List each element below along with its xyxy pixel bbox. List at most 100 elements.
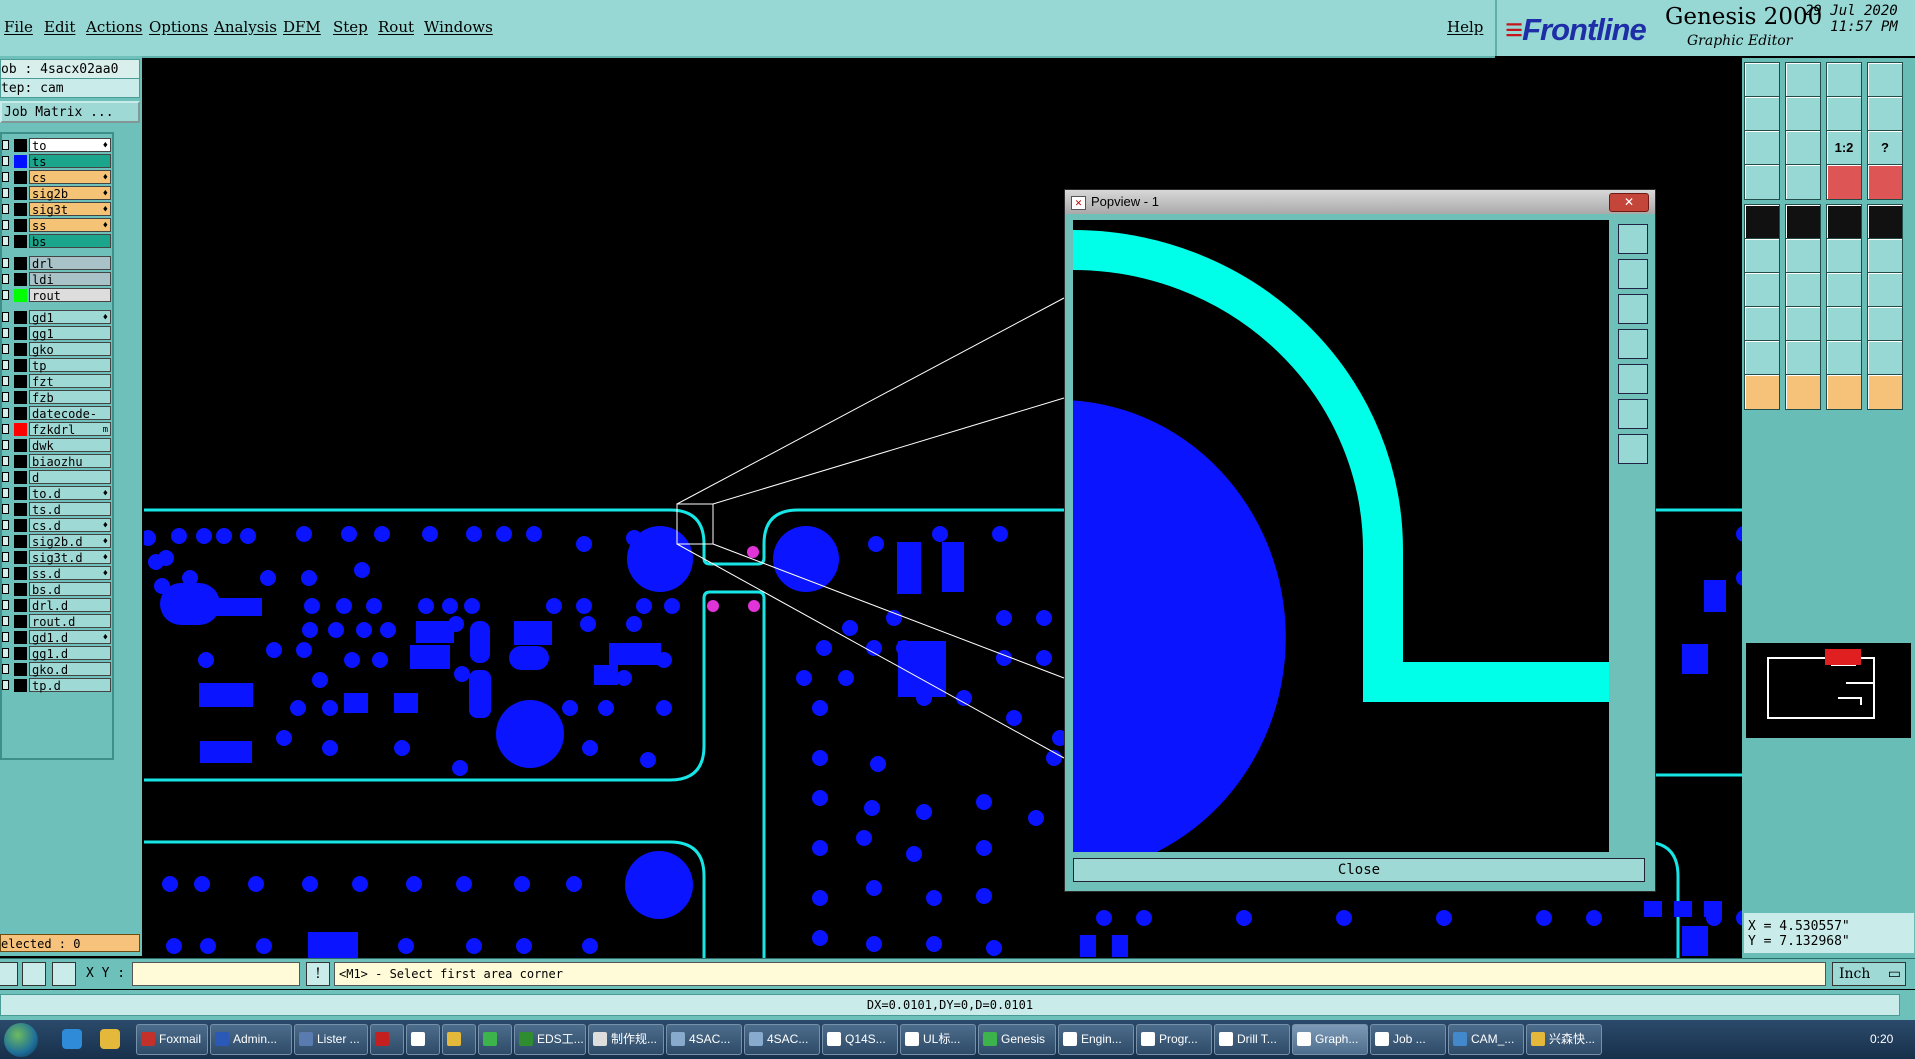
layer-name[interactable]: sig3t.d ♦: [29, 550, 111, 565]
taskbar-item[interactable]: Admin...: [210, 1024, 292, 1055]
ruler-icon[interactable]: [1826, 204, 1862, 240]
taskbar-item[interactable]: Graph...: [1292, 1024, 1368, 1055]
layer-row-to[interactable]: to ♦: [2, 138, 114, 153]
menu-help[interactable]: Help: [1447, 18, 1483, 36]
popview-canvas[interactable]: [1073, 220, 1609, 852]
panel-icon[interactable]: [1867, 62, 1903, 98]
snap-red-icon[interactable]: [1826, 164, 1862, 200]
layer-row-d[interactable]: d: [2, 470, 114, 485]
layer-name[interactable]: sig3t ♦: [29, 202, 111, 217]
taskbar-item[interactable]: Job ...: [1370, 1024, 1446, 1055]
layer-color-swatch[interactable]: [14, 139, 27, 152]
layer-color-swatch[interactable]: [14, 551, 27, 564]
menu-edit[interactable]: Edit: [44, 18, 75, 36]
start-button[interactable]: [4, 1023, 38, 1057]
snap-icon[interactable]: [0, 962, 18, 986]
layer-row-bs[interactable]: bs: [2, 234, 114, 249]
layer-color-swatch[interactable]: [14, 439, 27, 452]
shapes-icon[interactable]: [1867, 306, 1903, 342]
dot-icon[interactable]: [1867, 204, 1903, 240]
layer-checkbox[interactable]: [2, 312, 9, 322]
layer-checkbox[interactable]: [2, 274, 9, 284]
layer-color-swatch[interactable]: [14, 455, 27, 468]
layer-row-ldi[interactable]: ldi: [2, 272, 114, 287]
layer-row-gg1-d[interactable]: gg1.d: [2, 646, 114, 661]
taskbar-item[interactable]: 制作规...: [588, 1024, 664, 1055]
layer-color-swatch[interactable]: [14, 219, 27, 232]
pointer2-icon[interactable]: [1785, 374, 1821, 410]
minus-icon[interactable]: [1785, 306, 1821, 342]
layer-name[interactable]: dwk: [29, 438, 111, 453]
grid-icon[interactable]: [1785, 164, 1821, 200]
layer-checkbox[interactable]: [2, 440, 9, 450]
layer-row-tp[interactable]: tp: [2, 358, 114, 373]
filter-icon[interactable]: [1744, 164, 1780, 200]
layer-row-rout-d[interactable]: rout.d: [2, 614, 114, 629]
popview-tool-zoom-icon[interactable]: [1618, 224, 1648, 254]
popview-close-button[interactable]: Close: [1073, 858, 1645, 882]
layer-name[interactable]: datecode-to: [29, 406, 111, 435]
layer-checkbox[interactable]: [2, 584, 9, 594]
layer-name[interactable]: tp: [29, 358, 111, 373]
taskbar-item[interactable]: 兴森快...: [1526, 1024, 1602, 1055]
layer-checkbox[interactable]: [2, 236, 9, 246]
layer-name[interactable]: gg1.d: [29, 646, 111, 661]
triangle2-icon[interactable]: [1785, 340, 1821, 376]
layer-color-swatch[interactable]: [14, 503, 27, 516]
taskbar-item[interactable]: Lister ...: [294, 1024, 368, 1055]
layer-checkbox[interactable]: [2, 360, 9, 370]
layer-name[interactable]: drl.d: [29, 598, 111, 613]
menu-rout[interactable]: Rout: [378, 18, 414, 36]
layer-color-swatch[interactable]: [14, 257, 27, 270]
layer-row-sig2b[interactable]: sig2b ♦: [2, 186, 114, 201]
layer-row-gd1[interactable]: gd1 ♦: [2, 310, 114, 325]
layer-name[interactable]: d: [29, 470, 111, 485]
units-select[interactable]: Inch ▭: [1832, 962, 1906, 986]
pan-right-icon[interactable]: [1785, 96, 1821, 132]
layer-checkbox[interactable]: [2, 664, 9, 674]
layer-name[interactable]: bs: [29, 234, 111, 249]
arc2-icon[interactable]: [1867, 340, 1903, 376]
pointer4-icon[interactable]: [1867, 374, 1903, 410]
layer-row-fzkdrl[interactable]: fzkdrl m: [2, 422, 114, 437]
layer-row-biaozhu[interactable]: biaozhu: [2, 454, 114, 469]
layer-checkbox[interactable]: [2, 328, 9, 338]
layer-row-fzb[interactable]: fzb: [2, 390, 114, 405]
layer-color-swatch[interactable]: [14, 599, 27, 612]
popview-tool-center-icon[interactable]: [1618, 434, 1648, 464]
layer-name[interactable]: fzkdrl m: [29, 422, 111, 437]
taskbar-item[interactable]: Engin...: [1058, 1024, 1134, 1055]
layer-name[interactable]: ts: [29, 154, 111, 169]
layer-name[interactable]: to.d ♦: [29, 486, 111, 501]
layer-row-bs-d[interactable]: bs.d: [2, 582, 114, 597]
layer-checkbox[interactable]: [2, 376, 9, 386]
zoom-home-icon[interactable]: [1744, 62, 1780, 98]
split-icon[interactable]: [1826, 96, 1862, 132]
layer-checkbox[interactable]: [2, 140, 9, 150]
layer-color-swatch[interactable]: [14, 235, 27, 248]
fit-horizontal-icon[interactable]: [1785, 130, 1821, 166]
layer-color-swatch[interactable]: [14, 171, 27, 184]
line-icon[interactable]: [1785, 204, 1821, 240]
job-matrix-button[interactable]: Job Matrix ...: [0, 101, 140, 123]
line-red-icon[interactable]: [1744, 272, 1780, 308]
pad-icon[interactable]: [1744, 204, 1780, 240]
layer-color-swatch[interactable]: [14, 273, 27, 286]
layer-name[interactable]: bs.d: [29, 582, 111, 597]
layer-name[interactable]: rout: [29, 288, 111, 303]
layer-color-swatch[interactable]: [14, 407, 27, 420]
menu-dfm[interactable]: DFM: [283, 18, 321, 36]
layer-checkbox[interactable]: [2, 344, 9, 354]
layer-color-swatch[interactable]: [14, 647, 27, 660]
layer-color-swatch[interactable]: [14, 343, 27, 356]
layer-checkbox[interactable]: [2, 536, 9, 546]
taskbar-item[interactable]: [442, 1024, 476, 1055]
triangle-icon[interactable]: [1744, 340, 1780, 376]
pan-left-icon[interactable]: [1744, 96, 1780, 132]
close-icon[interactable]: ✕: [1609, 193, 1649, 212]
layer-row-rout[interactable]: rout: [2, 288, 114, 303]
line-blue-icon[interactable]: [1785, 272, 1821, 308]
layer-color-swatch[interactable]: [14, 567, 27, 580]
layer-row-cs-d[interactable]: cs.d ♦: [2, 518, 114, 533]
taskbar-item[interactable]: UL标...: [900, 1024, 976, 1055]
